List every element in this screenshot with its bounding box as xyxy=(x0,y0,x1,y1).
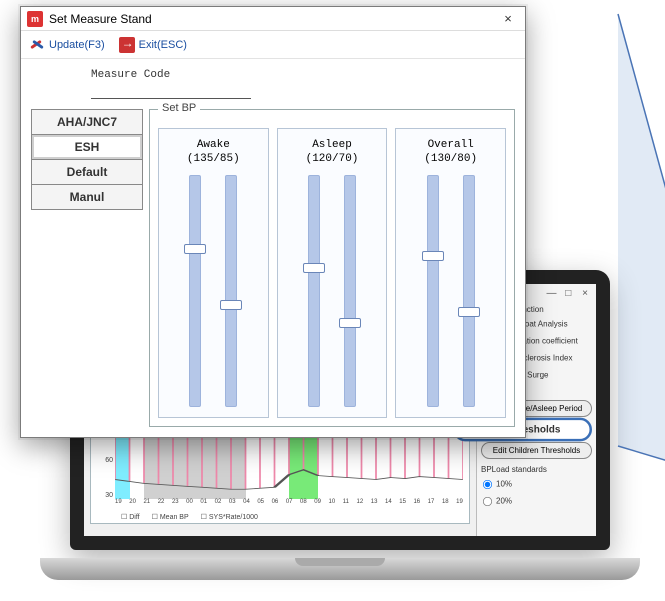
dia-slider[interactable] xyxy=(222,175,240,407)
close-icon[interactable]: × xyxy=(578,288,592,299)
maximize-icon[interactable]: □ xyxy=(561,288,575,299)
set-measure-stand-dialog: m Set Measure Stand × Update(F3) Exit(ES… xyxy=(20,6,526,438)
standard-tabs: AHA/JNC7ESHDefaultManul xyxy=(31,109,143,427)
radio-20%[interactable]: 20% xyxy=(481,495,592,508)
tab-manul[interactable]: Manul xyxy=(31,184,143,210)
exit-label: Exit(ESC) xyxy=(139,39,187,51)
group-value: (130/80) xyxy=(424,153,477,165)
titlebar: m Set Measure Stand × xyxy=(21,7,525,31)
tab-esh[interactable]: ESH xyxy=(31,134,143,160)
radio-10%[interactable]: 10% xyxy=(481,478,592,491)
group-value: (135/85) xyxy=(187,153,240,165)
dia-slider[interactable] xyxy=(460,175,478,407)
tab-default[interactable]: Default xyxy=(31,159,143,185)
exit-icon xyxy=(119,37,135,53)
tab-aha-jnc7[interactable]: AHA/JNC7 xyxy=(31,109,143,135)
exit-button[interactable]: Exit(ESC) xyxy=(119,37,187,53)
bp-group-awake: Awake (135/85) xyxy=(158,128,269,418)
toolbar: Update(F3) Exit(ESC) xyxy=(21,31,525,59)
sys-slider[interactable] xyxy=(305,175,323,407)
app-icon: m xyxy=(27,11,43,27)
sys-slider[interactable] xyxy=(186,175,204,407)
bpload-heading: BPLoad standards xyxy=(481,465,592,474)
update-label: Update(F3) xyxy=(49,39,105,51)
group-label: Asleep xyxy=(312,139,352,151)
set-bp-group: Set BP Awake(135/85)Asleep(120/70)Overal… xyxy=(149,109,515,427)
close-icon[interactable]: × xyxy=(497,11,519,26)
set-bp-label: Set BP xyxy=(158,102,200,114)
update-button[interactable]: Update(F3) xyxy=(29,37,105,53)
bp-group-asleep: Asleep (120/70) xyxy=(277,128,388,418)
measure-code-label: Measure Code xyxy=(91,69,515,81)
measure-code-input[interactable] xyxy=(91,83,251,99)
button-edit-children-thresholds[interactable]: Edit Children Thresholds xyxy=(481,442,592,459)
group-label: Awake xyxy=(197,139,230,151)
dia-slider[interactable] xyxy=(341,175,359,407)
dialog-title: Set Measure Stand xyxy=(49,12,152,26)
group-value: (120/70) xyxy=(306,153,359,165)
wrench-icon xyxy=(29,37,45,53)
sys-slider[interactable] xyxy=(424,175,442,407)
bp-group-overall: Overall (130/80) xyxy=(395,128,506,418)
group-label: Overall xyxy=(428,139,474,151)
minimize-icon[interactable]: — xyxy=(544,288,558,299)
